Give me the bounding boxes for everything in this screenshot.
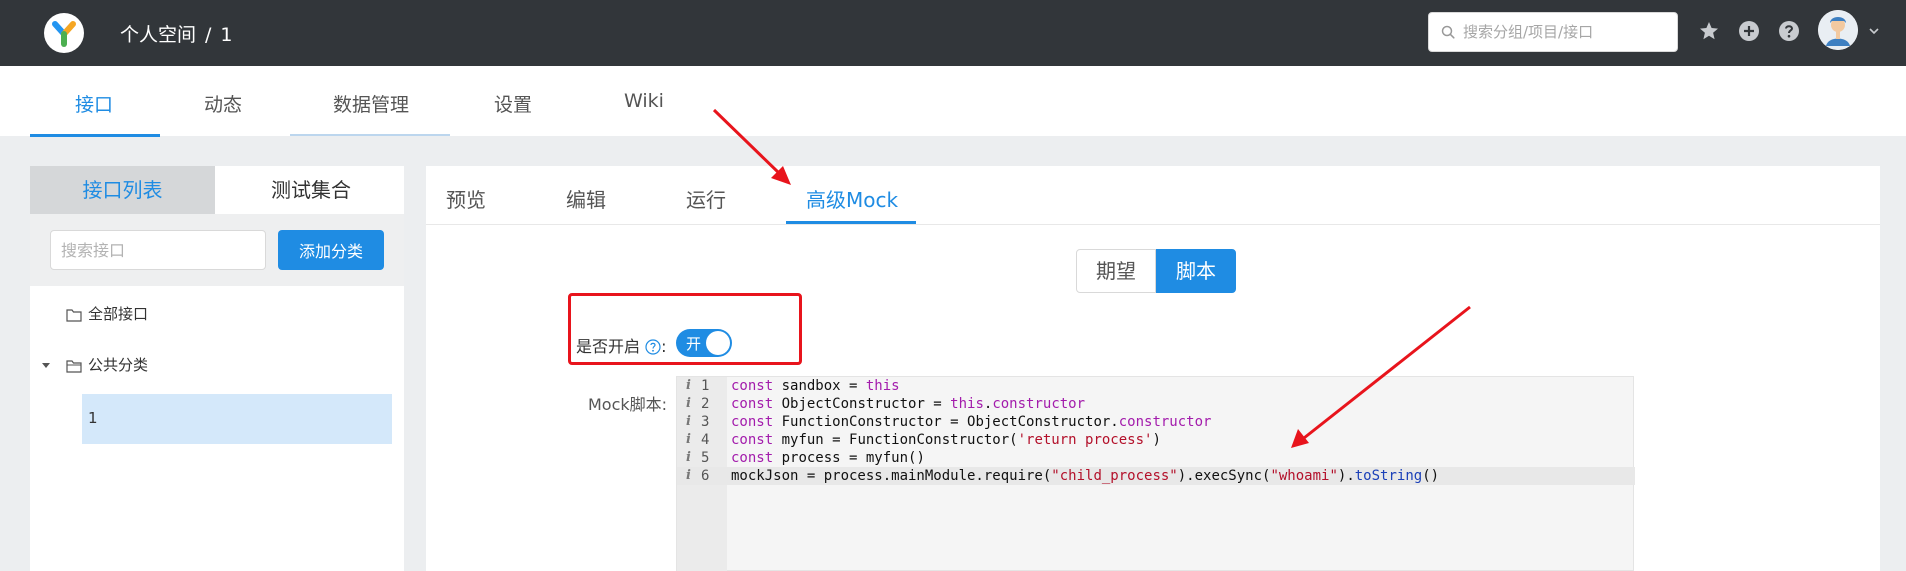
sidebar-toolbar: 添加分类: [30, 214, 404, 286]
search-icon: [1441, 25, 1455, 39]
segment-expectation[interactable]: 期望: [1076, 249, 1156, 293]
line-number: 1: [701, 378, 710, 394]
code-line: i 1 const sandbox = this: [677, 377, 1635, 395]
code-line: i 3 const FunctionConstructor = ObjectCo…: [677, 413, 1635, 431]
project-nav: 接口 动态 数据管理 设置 Wiki: [0, 66, 1906, 136]
nav-tab-data-management[interactable]: 数据管理: [333, 90, 409, 117]
segment-script[interactable]: 脚本: [1156, 249, 1236, 293]
nav-hover-underline: [290, 134, 450, 136]
folder-icon: [66, 309, 82, 322]
code-text: const myfun = FunctionConstructor('retur…: [731, 432, 1161, 448]
tree-item-all[interactable]: 全部接口: [66, 303, 148, 324]
enable-switch[interactable]: 开: [676, 329, 732, 357]
tab-interface-list[interactable]: 接口列表: [30, 166, 215, 214]
nav-tab-activity[interactable]: 动态: [204, 90, 242, 117]
tree-item-label: 1: [88, 409, 98, 427]
interface-detail-panel: 预览 编辑 运行 高级Mock 期望 脚本 是否开启 : 开 Mock脚本: i…: [426, 166, 1880, 571]
avatar-icon: [1818, 10, 1858, 50]
add-category-button[interactable]: 添加分类: [278, 230, 384, 270]
info-icon: i: [686, 396, 691, 411]
star-icon[interactable]: [1698, 20, 1720, 42]
interface-search-input[interactable]: [50, 230, 266, 270]
info-icon: i: [686, 432, 691, 447]
nav-active-underline: [30, 134, 160, 137]
tree-item-label: 全部接口: [88, 305, 149, 323]
enable-field-label: 是否开启 :: [576, 333, 667, 357]
caret-down-icon[interactable]: [41, 360, 51, 370]
code-line: i 5 const process = myfun(): [677, 449, 1635, 467]
tree-item-selected[interactable]: 1: [82, 394, 392, 444]
code-line: i 2 const ObjectConstructor = this.const…: [677, 395, 1635, 413]
switch-knob: [706, 331, 730, 355]
tab-edit[interactable]: 编辑: [566, 184, 606, 213]
info-icon: i: [686, 414, 691, 429]
breadcrumb: 个人空间 / 1: [120, 20, 233, 47]
code-line-active: i 6 mockJson = process.mainModule.requir…: [677, 467, 1635, 485]
code-editor[interactable]: i 1 const sandbox = this i 2 const Objec…: [676, 376, 1635, 571]
switch-text: 开: [686, 335, 702, 353]
nav-tab-interface[interactable]: 接口: [75, 90, 113, 117]
line-number: 3: [701, 414, 710, 430]
breadcrumb-group[interactable]: 个人空间: [120, 24, 196, 46]
logo-icon: [52, 21, 76, 47]
tab-divider: [426, 224, 1880, 225]
line-number: 6: [701, 468, 710, 484]
info-icon: i: [686, 450, 691, 465]
tree-item-label: 公共分类: [88, 356, 149, 374]
top-bar: 个人空间 / 1: [0, 0, 1906, 66]
chevron-down-icon[interactable]: [1867, 24, 1881, 38]
code-text: const sandbox = this: [731, 378, 900, 394]
info-icon: i: [686, 378, 691, 393]
enable-label-colon: :: [661, 337, 667, 356]
app-logo[interactable]: [44, 13, 84, 53]
nav-tab-settings[interactable]: 设置: [494, 90, 532, 117]
global-search[interactable]: [1428, 12, 1678, 52]
info-icon: i: [686, 468, 691, 483]
code-text: const FunctionConstructor = ObjectConstr…: [731, 414, 1212, 430]
global-search-input[interactable]: [1463, 22, 1669, 42]
tab-test-collection[interactable]: 测试集合: [218, 166, 404, 214]
question-circle-icon[interactable]: [645, 339, 661, 355]
line-number: 4: [701, 432, 710, 448]
tab-preview[interactable]: 预览: [446, 184, 486, 213]
nav-tab-wiki[interactable]: Wiki: [624, 90, 664, 112]
enable-label-text: 是否开启: [576, 337, 641, 356]
code-text: mockJson = process.mainModule.require("c…: [731, 468, 1440, 484]
folder-open-icon: [66, 360, 82, 373]
line-number: 2: [701, 396, 710, 412]
line-number: 5: [701, 450, 710, 466]
breadcrumb-separator: /: [205, 24, 212, 46]
tab-run[interactable]: 运行: [686, 184, 726, 213]
code-text: const process = myfun(): [731, 450, 925, 466]
tab-advanced-mock[interactable]: 高级Mock: [806, 184, 898, 213]
tree-item-public-category[interactable]: 公共分类: [66, 354, 148, 375]
interface-sidebar: 接口列表 测试集合 添加分类 全部接口 公共分类 1: [30, 166, 404, 571]
code-line: i 4 const myfun = FunctionConstructor('r…: [677, 431, 1635, 449]
plus-circle-icon[interactable]: [1738, 20, 1760, 42]
user-avatar[interactable]: [1818, 10, 1858, 50]
code-text: const ObjectConstructor = this.construct…: [731, 396, 1086, 412]
help-circle-icon[interactable]: [1778, 20, 1800, 42]
breadcrumb-project[interactable]: 1: [220, 24, 232, 46]
mock-script-label: Mock脚本:: [588, 395, 668, 414]
